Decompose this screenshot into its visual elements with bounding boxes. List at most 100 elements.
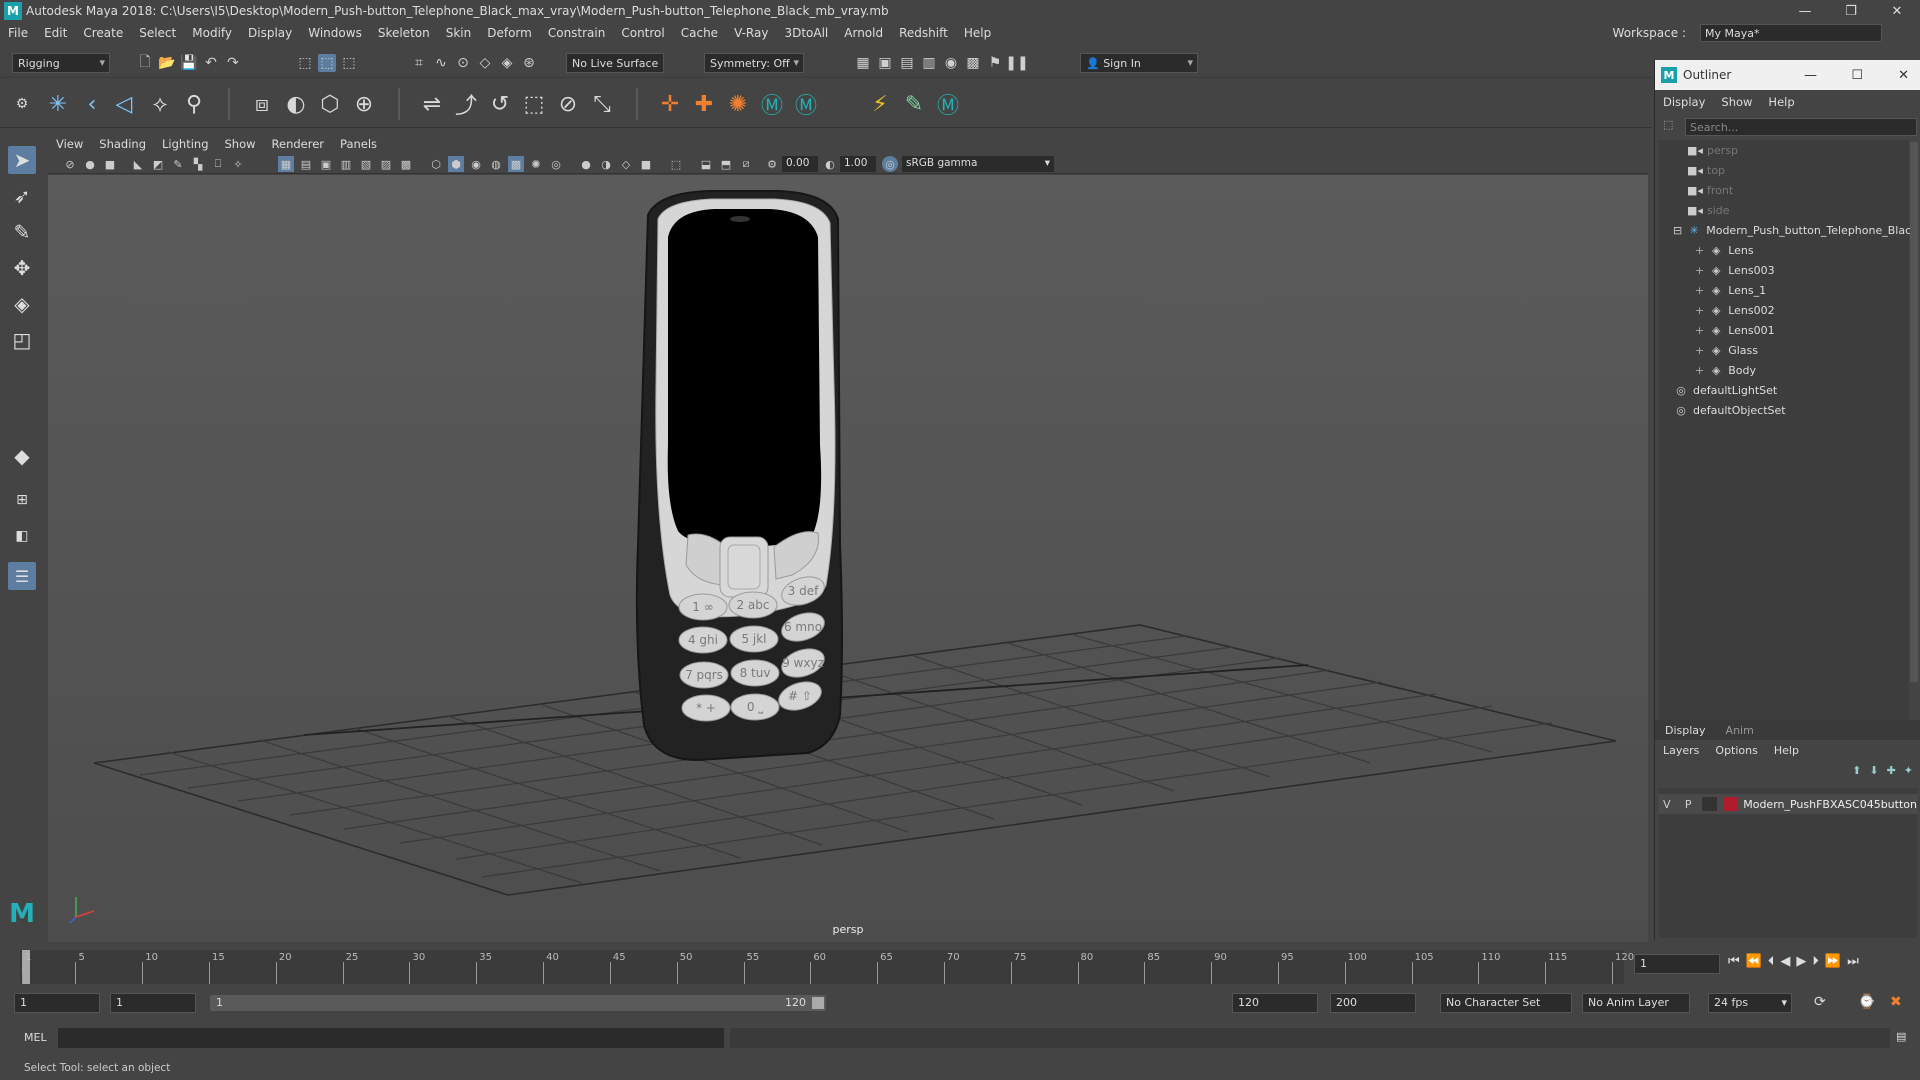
layer-visibility-toggle[interactable]: V (1659, 798, 1674, 811)
shelf-options-icon[interactable]: ⚙ (8, 90, 36, 118)
set-breakdown-icon[interactable]: ✚ (690, 90, 718, 118)
panel-menu-show[interactable]: Show (217, 137, 264, 151)
frame-all-icon[interactable]: ⬓ (698, 156, 714, 172)
frame-selected-icon[interactable]: ⬒ (718, 156, 734, 172)
exposure-icon[interactable]: ⚙ (764, 156, 780, 172)
outliner-item[interactable]: ■◂ side (1687, 200, 1730, 220)
expand-icon[interactable]: + (1695, 284, 1704, 297)
gamma-field[interactable]: 1.00 (840, 156, 876, 172)
menu-vray[interactable]: V-Ray (726, 26, 776, 40)
render-frame-icon[interactable]: ▣ (876, 54, 894, 72)
shaded-sphere-icon[interactable]: ● (578, 156, 594, 172)
snap-surface-icon[interactable]: ◈ (498, 54, 516, 72)
menu-redshift[interactable]: Redshift (891, 26, 956, 40)
layer-color-swatch[interactable] (1723, 797, 1738, 811)
color-management-icon[interactable]: ◎ (882, 156, 898, 172)
maximize-icon[interactable]: ☐ (1851, 68, 1863, 83)
depth-of-field-icon[interactable]: ◇ (618, 156, 634, 172)
snap-pivot-icon[interactable]: ⊛ (520, 54, 538, 72)
color-space-dropdown[interactable]: sRGB gamma ▾ (902, 156, 1054, 172)
ambient-occlusion-icon[interactable]: ▩ (398, 156, 414, 172)
panel-menu-renderer[interactable]: Renderer (264, 137, 333, 151)
textured-icon[interactable]: ▥ (338, 156, 354, 172)
motion-trail-icon[interactable]: ✺ (724, 90, 752, 118)
paint-effects-icon[interactable]: ✎ (900, 90, 928, 118)
character-set-dropdown[interactable]: No Character Set (1440, 993, 1572, 1013)
outliner-item[interactable]: + ◈ Lens001 (1695, 320, 1775, 340)
snap-curve-icon[interactable]: ∿ (432, 54, 450, 72)
minimize-icon[interactable]: — (1804, 68, 1817, 83)
fps-dropdown[interactable]: 24 fps ▾ (1708, 993, 1792, 1013)
menu-help[interactable]: Help (956, 26, 999, 40)
bookmark-icon[interactable]: ■ (102, 156, 118, 172)
wireframe-icon[interactable]: ▦ (278, 156, 294, 172)
light-toggle-icon[interactable]: ✺ (528, 156, 544, 172)
dope-sheet-icon[interactable]: Ⓜ (792, 90, 820, 119)
outliner-item[interactable]: ◎ defaultObjectSet (1673, 400, 1785, 420)
layer-tab-display[interactable]: Display (1655, 724, 1716, 737)
snap-grid-icon[interactable]: ⌗ (410, 54, 428, 72)
play-forward-icon[interactable]: ▶ (1796, 954, 1806, 969)
outliner-menu-display[interactable]: Display (1655, 95, 1713, 109)
outliner-layout-icon[interactable]: ☰ (8, 562, 36, 590)
select-camera-icon[interactable]: ⊘ (62, 156, 78, 172)
outliner-item[interactable]: + ◈ Glass (1695, 340, 1758, 360)
menu-3dtoall[interactable]: 3DtoAll (776, 26, 836, 40)
step-forward-key-icon[interactable]: ⏩ (1825, 954, 1841, 969)
outliner-item[interactable]: + ◈ Lens002 (1695, 300, 1775, 320)
smooth-shade-icon[interactable]: ▤ (298, 156, 314, 172)
grid-toggle-icon[interactable]: ▚ (190, 156, 206, 172)
aim-constraint-icon[interactable]: ⤴ (452, 90, 480, 119)
panel-menu-panels[interactable]: Panels (332, 137, 385, 151)
layer-display-type[interactable] (1701, 797, 1718, 811)
step-back-frame-icon[interactable]: ⏴ (1768, 954, 1775, 969)
expand-icon[interactable]: + (1695, 344, 1704, 357)
playback-start-field[interactable]: 1 (110, 993, 196, 1013)
2d-pan-zoom-icon[interactable]: ◩ (150, 156, 166, 172)
xray-icon[interactable]: ⬢ (448, 156, 464, 172)
quick-rig-icon[interactable]: ⚡ (866, 90, 894, 118)
wrap-deformer-icon[interactable]: ⊕ (350, 90, 378, 118)
close-button[interactable]: ✕ (1874, 0, 1920, 22)
outliner-item[interactable]: + ◈ Lens003 (1695, 260, 1775, 280)
outliner-item[interactable]: + ◈ Lens_1 (1695, 280, 1766, 300)
outliner-item[interactable]: ⊟ ✳ Modern_Push_button_Telephone_Black (1673, 220, 1918, 240)
outliner-item[interactable]: ■◂ top (1687, 160, 1725, 180)
bind-skin-icon[interactable]: ⧈ (248, 90, 276, 118)
step-forward-frame-icon[interactable]: ⏵ (1812, 954, 1819, 969)
layer-playback-toggle[interactable]: P (1680, 798, 1695, 811)
sign-in-dropdown[interactable]: 👤 Sign In ▾ (1080, 53, 1198, 73)
outliner-item[interactable]: ■◂ front (1687, 180, 1733, 200)
maya-tool-icon[interactable]: Ⓜ (934, 90, 962, 119)
select-tool-icon[interactable]: ➤ (8, 146, 36, 174)
move-layer-down-icon[interactable]: ⬇ (1869, 764, 1878, 777)
outliner-menu-help[interactable]: Help (1760, 95, 1802, 109)
scale-tool-icon[interactable]: ◰ (8, 326, 36, 354)
time-slider[interactable]: 1 5 10 15 20 25 30 35 40 45 50 55 60 65 70 75 80 85 90 95 10… (0, 946, 1920, 986)
minimize-button[interactable]: — (1782, 0, 1828, 22)
anim-layer-dropdown[interactable]: No Anim Layer (1582, 993, 1690, 1013)
restore-button[interactable]: ❐ (1828, 0, 1874, 22)
outliner-search-input[interactable]: Search... (1685, 118, 1917, 136)
menu-modify[interactable]: Modify (184, 26, 240, 40)
undo-icon[interactable]: ↶ (202, 54, 220, 72)
menu-deform[interactable]: Deform (479, 26, 540, 40)
rotate-tool-icon[interactable]: ◈ (8, 290, 36, 318)
menu-display[interactable]: Display (240, 26, 300, 40)
ik-handle-icon[interactable]: ◁ (110, 90, 138, 118)
menu-skin[interactable]: Skin (438, 26, 480, 40)
close-icon[interactable]: ✕ (1898, 68, 1909, 83)
go-to-end-icon[interactable]: ⏭ (1847, 954, 1859, 969)
exposure-field[interactable]: 0.00 (782, 156, 818, 172)
menu-create[interactable]: Create (75, 26, 131, 40)
range-bar[interactable]: 1 120 (210, 995, 826, 1011)
film-gate-icon[interactable]: ⎕ (210, 156, 226, 172)
menu-set-dropdown[interactable]: Rigging ▾ (12, 53, 110, 73)
outliner-item[interactable]: ■◂ persp (1687, 140, 1738, 160)
anim-prefs-icon[interactable]: ✖ (1890, 994, 1902, 1010)
script-editor-icon[interactable]: ▤ (1896, 1030, 1906, 1043)
layer-tab-anim[interactable]: Anim (1716, 724, 1764, 737)
open-scene-icon[interactable]: 📂 (158, 54, 176, 72)
vray-render-icon[interactable]: ▩ (964, 54, 982, 72)
auto-key-icon[interactable]: ⌚ (1858, 994, 1875, 1010)
